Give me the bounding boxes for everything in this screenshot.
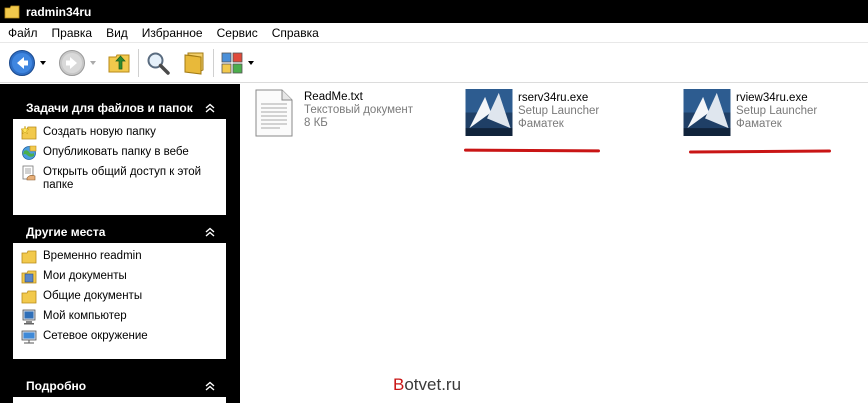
collapse-icon[interactable] (203, 225, 217, 239)
place-network[interactable]: Сетевое окружение (21, 329, 220, 349)
search-icon (147, 52, 170, 75)
other-places-header[interactable]: Другие места (13, 220, 226, 243)
folder-icon (4, 5, 20, 18)
file-item[interactable]: ReadMe.txt Текстовый документ 8 КБ (250, 88, 413, 138)
task-publish-web[interactable]: Опубликовать папку в вебе (21, 145, 220, 165)
task-pane: Задачи для файлов и папок Создать новую … (0, 84, 240, 403)
window-title: radmin34ru (26, 4, 92, 19)
search-button[interactable] (145, 50, 171, 76)
folder-icon (21, 250, 37, 264)
file-tasks-title: Задачи для файлов и папок (26, 100, 193, 115)
place-my-documents[interactable]: Мои документы (21, 269, 220, 289)
forward-dropdown-icon[interactable] (90, 60, 96, 65)
file-list: ReadMe.txt Текстовый документ 8 КБ rserv… (240, 84, 868, 403)
file-tasks-panel: Задачи для файлов и папок Создать новую … (13, 96, 226, 215)
network-icon (21, 330, 37, 344)
file-description: Setup Launcher (736, 105, 818, 117)
file-type: Текстовый документ (304, 104, 414, 116)
collapse-icon[interactable] (203, 379, 217, 393)
menu-bar: Файл Правка Вид Избранное Сервис Справка (0, 23, 868, 43)
forward-icon (59, 49, 85, 76)
file-item[interactable]: rserv34ru.exe Setup Launcher Фаматек (464, 89, 599, 136)
up-folder-button[interactable] (106, 50, 132, 76)
menu-help[interactable]: Справка (265, 26, 326, 40)
file-tasks-header[interactable]: Задачи для файлов и папок (13, 96, 226, 119)
details-panel: Подробно (13, 374, 226, 403)
task-new-folder[interactable]: Создать новую папку (21, 125, 220, 145)
folder-icon (21, 290, 37, 304)
other-places-panel: Другие места Временно readmin Мои докуме… (13, 220, 226, 359)
collapse-icon[interactable] (203, 101, 217, 115)
place-shared-documents[interactable]: Общие документы (21, 289, 220, 309)
new-folder-icon (21, 125, 37, 140)
details-header[interactable]: Подробно (13, 374, 226, 397)
web-publish-icon (22, 145, 37, 160)
back-dropdown-icon[interactable] (40, 60, 46, 65)
file-company: Фаматек (736, 118, 782, 130)
up-folder-icon (108, 54, 130, 72)
file-company: Фаматек (518, 118, 564, 130)
menu-favorites[interactable]: Избранное (135, 26, 210, 40)
views-dropdown-icon[interactable] (248, 60, 254, 65)
watermark: Botvet.ru (393, 375, 462, 394)
place-temp-readmin[interactable]: Временно readmin (21, 249, 220, 269)
title-bar: radmin34ru (0, 0, 868, 23)
other-places-title: Другие места (26, 224, 106, 239)
views-icon (221, 52, 243, 73)
file-item[interactable]: rview34ru.exe Setup Launcher Фаматек (682, 89, 817, 136)
highlight-underline (463, 148, 601, 153)
menu-tools[interactable]: Сервис (210, 26, 265, 40)
menu-file[interactable]: Файл (0, 26, 45, 40)
folders-button[interactable] (181, 50, 207, 76)
place-my-computer[interactable]: Мой компьютер (21, 309, 220, 329)
installer-icon (683, 89, 731, 136)
installer-icon (465, 89, 513, 136)
my-documents-icon (21, 270, 37, 284)
toolbar (0, 43, 868, 83)
toolbar-separator (213, 48, 214, 77)
highlight-underline (688, 149, 832, 154)
forward-button[interactable] (58, 49, 96, 77)
toolbar-separator (138, 48, 139, 77)
file-name: ReadMe.txt (304, 91, 363, 103)
file-size: 8 КБ (304, 117, 328, 129)
folders-icon (184, 52, 204, 75)
menu-view[interactable]: Вид (99, 26, 135, 40)
details-title: Подробно (26, 378, 87, 393)
file-description: Setup Launcher (518, 105, 600, 117)
my-computer-icon (22, 309, 36, 325)
file-name: rserv34ru.exe (518, 92, 589, 104)
share-icon (22, 165, 36, 181)
text-document-icon (255, 89, 293, 137)
views-button[interactable] (220, 51, 254, 75)
file-name: rview34ru.exe (736, 92, 808, 104)
menu-edit[interactable]: Правка (45, 26, 100, 40)
back-icon (9, 49, 35, 76)
task-share-folder[interactable]: Открыть общий доступ к этой папке (21, 165, 220, 192)
back-button[interactable] (8, 49, 46, 77)
